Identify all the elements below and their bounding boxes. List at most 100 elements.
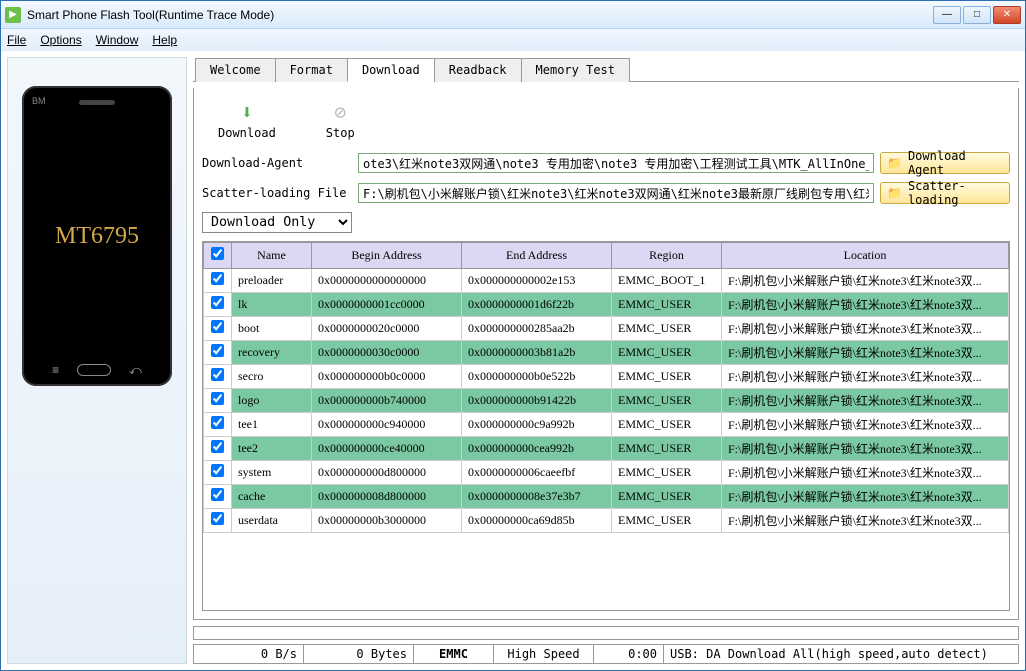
cell-end: 0x000000000b0e522b [462,365,612,389]
cell-region: EMMC_USER [612,389,722,413]
row-checkbox[interactable] [211,464,224,477]
header-begin[interactable]: Begin Address [312,243,462,269]
folder-icon: 📁 [887,156,902,170]
table-row[interactable]: logo0x000000000b7400000x000000000b91422b… [204,389,1009,413]
row-checkbox[interactable] [211,368,224,381]
tab-welcome[interactable]: Welcome [195,58,276,82]
tab-readback[interactable]: Readback [434,58,522,82]
table-row[interactable]: tee10x000000000c9400000x000000000c9a992b… [204,413,1009,437]
download-agent-browse-label: Download Agent [908,149,1003,177]
cell-end: 0x00000000ca69d85b [462,509,612,533]
phone-back-icon: ⤺ [129,363,142,378]
cell-region: EMMC_USER [612,509,722,533]
download-arrow-icon: ⬇ [235,100,259,124]
scatter-loading-browse-label: Scatter-loading [908,179,1003,207]
cell-location: F:\刷机包\小米解账户锁\红米note3\红米note3双... [722,485,1009,509]
table-row[interactable]: secro0x000000000b0c00000x000000000b0e522… [204,365,1009,389]
phone-speaker-icon [79,100,115,105]
header-region[interactable]: Region [612,243,722,269]
cell-region: EMMC_USER [612,341,722,365]
cell-region: EMMC_USER [612,413,722,437]
download-mode-select[interactable]: Download Only [202,212,352,233]
phone-brand: BM [32,96,46,106]
cell-name: preloader [232,269,312,293]
header-name[interactable]: Name [232,243,312,269]
phone-chip-label: MT6795 [55,223,139,250]
cell-location: F:\刷机包\小米解账户锁\红米note3\红米note3双... [722,461,1009,485]
partition-grid[interactable]: Name Begin Address End Address Region Lo… [202,241,1010,611]
cell-location: F:\刷机包\小米解账户锁\红米note3\红米note3双... [722,437,1009,461]
cell-begin: 0x0000000020c0000 [312,317,462,341]
download-panel: ⬇ Download ⊘ Stop Download-Agent 📁 Downl… [193,88,1019,620]
row-checkbox[interactable] [211,512,224,525]
cell-region: EMMC_USER [612,437,722,461]
status-bytes: 0 Bytes [304,645,414,663]
row-checkbox[interactable] [211,344,224,357]
table-row[interactable]: recovery0x0000000030c00000x0000000003b81… [204,341,1009,365]
cell-end: 0x0000000008e37e3b7 [462,485,612,509]
cell-begin: 0x000000000b0c0000 [312,365,462,389]
table-row[interactable]: cache0x000000008d8000000x0000000008e37e3… [204,485,1009,509]
cell-region: EMMC_USER [612,317,722,341]
cell-begin: 0x000000000b740000 [312,389,462,413]
maximize-button[interactable]: □ [963,6,991,24]
tab-download[interactable]: Download [347,58,435,82]
header-check [204,243,232,269]
cell-end: 0x0000000001d6f22b [462,293,612,317]
cell-name: tee1 [232,413,312,437]
cell-begin: 0x0000000030c0000 [312,341,462,365]
cell-end: 0x000000000c9a992b [462,413,612,437]
cell-region: EMMC_USER [612,365,722,389]
scatter-loading-input[interactable] [358,183,874,203]
cell-region: EMMC_USER [612,485,722,509]
progress-bar [193,626,1019,640]
tab-memory-test[interactable]: Memory Test [521,58,630,82]
cell-end: 0x0000000006caeefbf [462,461,612,485]
cell-location: F:\刷机包\小米解账户锁\红米note3\红米note3双... [722,509,1009,533]
row-checkbox[interactable] [211,272,224,285]
header-end[interactable]: End Address [462,243,612,269]
menu-file[interactable]: File [7,33,26,47]
table-row[interactable]: boot0x0000000020c00000x000000000285aa2bE… [204,317,1009,341]
row-checkbox[interactable] [211,320,224,333]
cell-region: EMMC_USER [612,293,722,317]
download-agent-browse-button[interactable]: 📁 Download Agent [880,152,1010,174]
table-row[interactable]: tee20x000000000ce400000x000000000cea992b… [204,437,1009,461]
cell-name: system [232,461,312,485]
table-row[interactable]: preloader0x00000000000000000x00000000000… [204,269,1009,293]
table-row[interactable]: system0x000000000d8000000x0000000006caee… [204,461,1009,485]
status-usb: USB: DA Download All(high speed,auto det… [664,645,1018,663]
download-agent-input[interactable] [358,153,874,173]
app-icon: ▶ [5,7,21,23]
tab-format[interactable]: Format [275,58,348,82]
scatter-loading-browse-button[interactable]: 📁 Scatter-loading [880,182,1010,204]
download-button[interactable]: ⬇ Download [218,100,276,140]
minimize-button[interactable]: — [933,6,961,24]
window-title: Smart Phone Flash Tool(Runtime Trace Mod… [27,8,933,22]
row-checkbox[interactable] [211,440,224,453]
row-checkbox[interactable] [211,392,224,405]
close-button[interactable]: ✕ [993,6,1021,24]
cell-name: lk [232,293,312,317]
row-checkbox[interactable] [211,416,224,429]
select-all-checkbox[interactable] [211,247,224,260]
phone-preview-pane: BM MT6795 ≡ ⤺ [7,57,187,664]
header-location[interactable]: Location [722,243,1009,269]
download-button-label: Download [218,126,276,140]
cell-name: logo [232,389,312,413]
tab-strip: Welcome Format Download Readback Memory … [193,57,1019,82]
cell-end: 0x000000000b91422b [462,389,612,413]
row-checkbox[interactable] [211,296,224,309]
stop-button[interactable]: ⊘ Stop [326,100,355,140]
menu-help[interactable]: Help [152,33,177,47]
cell-location: F:\刷机包\小米解账户锁\红米note3\红米note3双... [722,389,1009,413]
menu-options[interactable]: Options [40,33,81,47]
table-row[interactable]: userdata0x00000000b30000000x00000000ca69… [204,509,1009,533]
phone-home-icon [77,364,111,376]
cell-begin: 0x0000000001cc0000 [312,293,462,317]
table-row[interactable]: lk0x0000000001cc00000x0000000001d6f22bEM… [204,293,1009,317]
row-checkbox[interactable] [211,488,224,501]
cell-name: cache [232,485,312,509]
cell-end: 0x000000000002e153 [462,269,612,293]
menu-window[interactable]: Window [96,33,139,47]
